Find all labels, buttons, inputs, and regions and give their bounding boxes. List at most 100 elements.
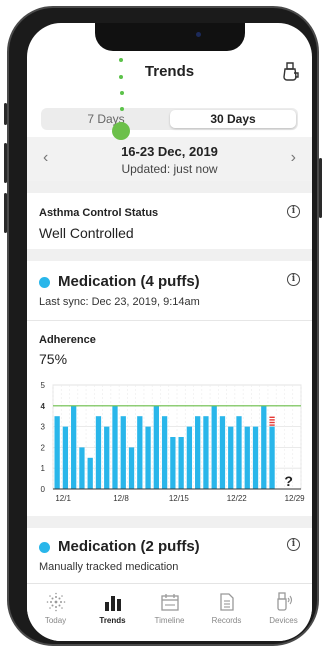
header: Trends bbox=[27, 53, 312, 93]
y-tick-label: 0 bbox=[41, 485, 46, 494]
adherence-bar bbox=[95, 416, 102, 489]
adherence-bar bbox=[153, 405, 159, 489]
adherence-value: 75% bbox=[39, 351, 68, 367]
side-button bbox=[4, 143, 7, 183]
y-tick-label: 2 bbox=[41, 443, 46, 452]
section-gap bbox=[27, 516, 312, 528]
adherence-bar bbox=[170, 437, 176, 489]
tab-label: Devices bbox=[269, 616, 298, 625]
tab-timeline[interactable]: Timeline bbox=[141, 592, 198, 625]
adherence-bar bbox=[228, 426, 234, 489]
tab-30-days[interactable]: 30 Days bbox=[170, 110, 296, 128]
x-tick-label: 12/1 bbox=[55, 494, 71, 503]
medication-color-dot bbox=[39, 542, 50, 553]
range-toggle: 7 Days 30 Days bbox=[41, 108, 298, 130]
adherence-bar bbox=[128, 447, 135, 489]
section-gap bbox=[27, 249, 312, 261]
unknown-marker: ? bbox=[284, 473, 293, 489]
y-tick-label: 5 bbox=[41, 381, 46, 390]
adherence-bar bbox=[211, 405, 217, 489]
tab-7-days[interactable]: 7 Days bbox=[43, 110, 169, 128]
pointer-trail-dot bbox=[119, 75, 123, 79]
tab-label: Records bbox=[211, 616, 242, 625]
side-button bbox=[4, 193, 7, 233]
medication-card-2[interactable]: Medication (2 puffs) i Manually tracked … bbox=[27, 528, 312, 583]
y-tick-label: 3 bbox=[41, 423, 46, 432]
adherence-bar bbox=[137, 416, 143, 489]
adherence-bar bbox=[178, 437, 184, 489]
pointer-trail-dot bbox=[119, 58, 123, 62]
adherence-bar bbox=[62, 426, 69, 489]
adherence-bar bbox=[161, 416, 168, 489]
date-range-bar: ‹ 16-23 Dec, 2019 Updated: just now › bbox=[27, 137, 312, 181]
pointer-trail-dot bbox=[120, 91, 124, 95]
inhaler-icon[interactable] bbox=[280, 61, 300, 83]
adherence-bar bbox=[195, 416, 201, 489]
info-icon[interactable]: i bbox=[287, 538, 300, 551]
app-screen: Trends 7 Days 30 Days ‹ 16-23 Dec, 2019 … bbox=[27, 23, 312, 641]
y-tick-label: 1 bbox=[41, 464, 46, 473]
side-button bbox=[4, 103, 7, 125]
adherence-bar bbox=[79, 447, 85, 489]
medication-subtitle: Manually tracked medication bbox=[39, 561, 179, 573]
adherence-bar bbox=[252, 426, 259, 489]
touch-pointer bbox=[112, 122, 130, 140]
overuse-marker bbox=[269, 419, 275, 421]
adherence-bar bbox=[236, 416, 242, 489]
overuse-marker bbox=[269, 416, 275, 418]
document-icon bbox=[219, 593, 234, 611]
medication-title: Medication (2 puffs) bbox=[58, 538, 200, 555]
medication-color-dot bbox=[39, 277, 50, 288]
tab-records[interactable]: Records bbox=[198, 592, 255, 625]
y-tick-label: 4 bbox=[41, 402, 46, 411]
adherence-bar bbox=[145, 426, 151, 489]
x-tick-label: 12/29 bbox=[285, 494, 305, 503]
side-button bbox=[319, 158, 322, 218]
x-tick-label: 12/22 bbox=[227, 494, 248, 503]
tab-label: Timeline bbox=[154, 616, 185, 625]
tab-label: Trends bbox=[99, 616, 126, 625]
bar-chart-icon bbox=[104, 596, 121, 611]
calendar-icon bbox=[160, 594, 179, 611]
adherence-bar bbox=[71, 405, 77, 489]
medication-title: Medication (4 puffs) bbox=[58, 273, 200, 290]
overuse-marker bbox=[269, 424, 275, 426]
adherence-bar bbox=[219, 416, 226, 489]
x-tick-label: 12/15 bbox=[169, 494, 190, 503]
tab-trends[interactable]: Trends bbox=[84, 592, 141, 625]
chevron-right-icon[interactable]: › bbox=[291, 149, 296, 167]
tab-label: Today bbox=[44, 616, 67, 625]
adherence-bar bbox=[54, 416, 60, 489]
adherence-label: Adherence bbox=[39, 334, 96, 346]
x-tick-label: 12/8 bbox=[113, 494, 129, 503]
adherence-bar bbox=[244, 426, 250, 489]
info-icon[interactable]: i bbox=[287, 205, 300, 218]
info-icon[interactable]: i bbox=[287, 273, 300, 286]
adherence-bar bbox=[120, 416, 126, 489]
adherence-bar bbox=[104, 426, 110, 489]
asthma-status-label: Asthma Control Status bbox=[39, 207, 159, 219]
adherence-chart: 0 1 2 3 4 5? 12/1 12/8 12/15 12/22 12/29 bbox=[41, 381, 305, 503]
inhaler-device-icon bbox=[276, 592, 292, 611]
adherence-bar bbox=[186, 426, 193, 489]
tab-devices[interactable]: Devices bbox=[255, 592, 312, 625]
adherence-bar bbox=[87, 457, 93, 489]
last-updated: Updated: just now bbox=[121, 162, 218, 176]
tab-today[interactable]: Today bbox=[27, 592, 84, 625]
asthma-control-card[interactable]: Asthma Control Status Well Controlled i bbox=[27, 193, 312, 249]
adherence-bar bbox=[203, 416, 209, 489]
adherence-bar bbox=[261, 405, 267, 489]
divider bbox=[27, 320, 312, 321]
asthma-status-value: Well Controlled bbox=[39, 225, 134, 241]
date-range: 16-23 Dec, 2019 bbox=[121, 144, 218, 159]
section-gap bbox=[27, 181, 312, 193]
notch bbox=[95, 23, 245, 51]
last-sync: Last sync: Dec 23, 2019, 9:14am bbox=[39, 296, 200, 308]
page-title: Trends bbox=[144, 63, 195, 80]
sun-dots-icon bbox=[46, 592, 65, 612]
adherence-bar bbox=[269, 426, 275, 489]
adherence-bar bbox=[112, 405, 118, 489]
overuse-marker bbox=[269, 421, 275, 424]
bottom-tab-bar: Today Trends Timeline Records Devices bbox=[27, 583, 312, 641]
pointer-trail-dot bbox=[120, 107, 124, 111]
